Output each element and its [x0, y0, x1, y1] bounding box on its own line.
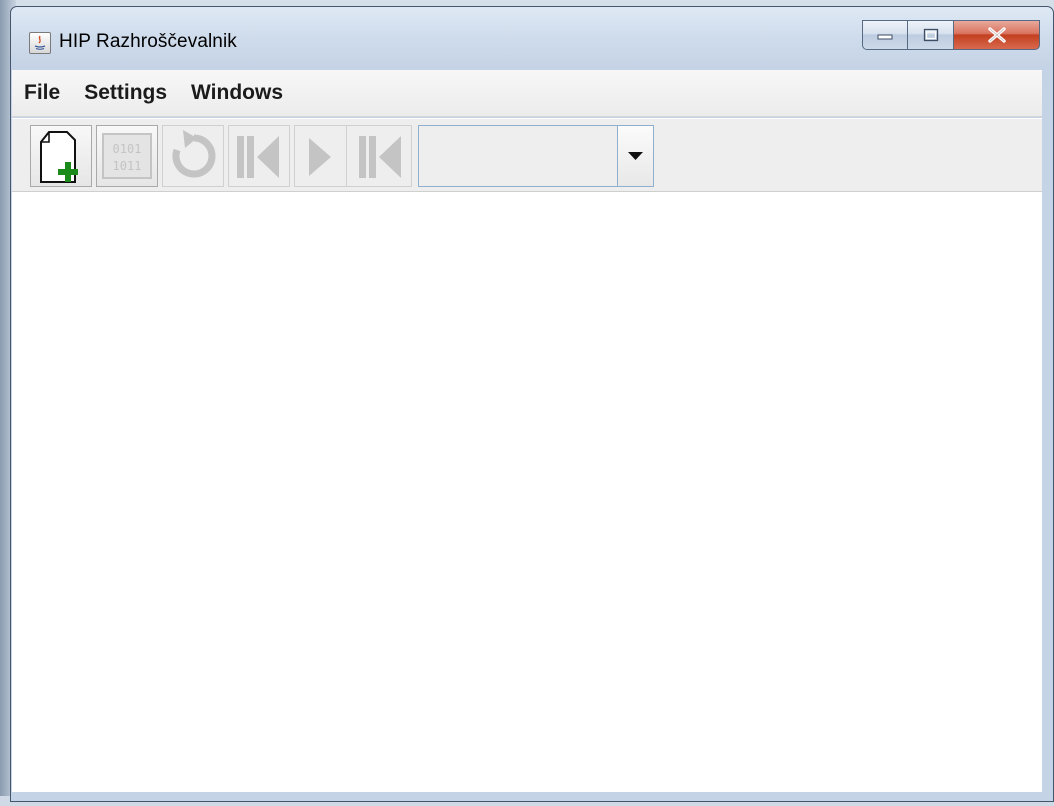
- target-select[interactable]: [418, 125, 654, 187]
- step-forward-button[interactable]: [346, 125, 412, 187]
- menu-bar: File Settings Windows: [12, 70, 1042, 117]
- target-select-value[interactable]: [419, 126, 618, 186]
- main-content-area[interactable]: [12, 191, 1042, 792]
- binary-icon-text-line1: 0101: [113, 142, 142, 156]
- target-select-dropdown-button[interactable]: [618, 126, 653, 186]
- close-button[interactable]: [954, 20, 1040, 50]
- maximize-button[interactable]: [908, 20, 954, 50]
- step-back-icon: [237, 136, 279, 178]
- chevron-down-icon: [628, 152, 643, 160]
- minimize-button[interactable]: [862, 20, 908, 50]
- binary-button[interactable]: 0101 1011: [96, 125, 158, 187]
- reset-button[interactable]: [162, 125, 224, 187]
- title-bar[interactable]: HIP Razhroščevalnik: [11, 7, 1053, 71]
- reset-icon: [172, 130, 216, 178]
- step-forward-icon: [359, 136, 401, 178]
- menu-windows[interactable]: Windows: [179, 70, 295, 116]
- binary-icon-text-line2: 1011: [113, 159, 142, 173]
- toolbar: 0101 1011: [12, 118, 1042, 192]
- step-back-button[interactable]: [228, 125, 290, 187]
- new-file-icon: [40, 131, 78, 183]
- caption-buttons: [862, 20, 1053, 50]
- menu-file[interactable]: File: [12, 70, 72, 116]
- new-file-button[interactable]: [30, 125, 92, 187]
- java-app-icon[interactable]: [29, 32, 51, 54]
- menu-settings[interactable]: Settings: [72, 70, 179, 116]
- window-title: HIP Razhroščevalnik: [59, 31, 237, 52]
- minimize-icon: [877, 34, 893, 40]
- window-frame-bottom: [11, 798, 1053, 801]
- close-icon: [987, 27, 1006, 43]
- maximize-icon: [923, 28, 938, 42]
- binary-icon: 0101 1011: [102, 133, 152, 179]
